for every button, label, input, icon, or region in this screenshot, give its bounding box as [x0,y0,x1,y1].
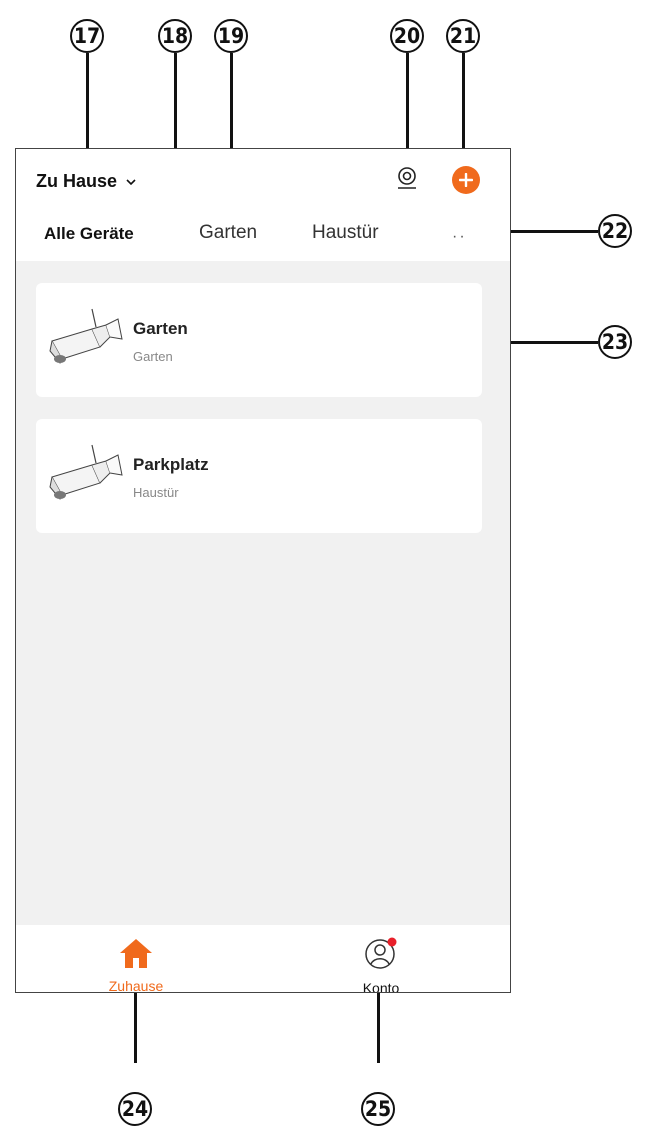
tab-haustuer[interactable]: Haustür [312,222,379,244]
device-name: Parkplatz [133,455,209,474]
callout-18: 18 [158,19,192,53]
add-device-button[interactable] [452,166,480,194]
home-title: Zu Hause [36,171,118,191]
camera-icon[interactable] [396,166,418,190]
device-card-garten[interactable]: Garten Garten [36,283,482,397]
device-room: Garten [133,349,173,364]
nav-account[interactable]: Konto [336,937,426,993]
nav-home[interactable]: Zuhause [91,937,181,993]
notification-badge [387,937,397,947]
device-card-parkplatz[interactable]: Parkplatz Haustür [36,419,482,533]
leader-line-24 [134,993,137,1063]
chevron-down-icon [126,178,136,185]
nav-home-label: Zuhause [108,978,164,993]
callout-17: 17 [70,19,104,53]
callout-21: 21 [446,19,480,53]
callout-22: 22 [598,214,632,248]
callout-20: 20 [390,19,424,53]
outdoor-camera-icon [49,444,123,500]
device-name: Garten [133,319,188,338]
callout-25: 25 [361,1092,395,1126]
room-tabs: Alle Geräte Garten Haustür ·· [16,222,510,252]
leader-line-25 [377,993,380,1063]
home-selector[interactable]: Zu Hause [36,171,137,192]
tab-all-devices[interactable]: Alle Geräte [44,224,134,244]
tab-garten[interactable]: Garten [199,222,257,244]
device-room: Haustür [133,485,179,500]
leader-line-21 [462,53,465,161]
device-list: Garten Garten Parkplatz Haustür [16,261,510,925]
home-icon [120,939,152,968]
outdoor-camera-icon [49,308,123,364]
leader-line-20 [406,53,409,161]
callout-23: 23 [598,325,632,359]
app-screen: Zu Hause Alle Geräte Garten Haustür ·· G… [15,148,511,993]
top-bar: Zu Hause Alle Geräte Garten Haustür ·· [16,149,510,261]
callout-24: 24 [118,1092,152,1126]
nav-account-label: Konto [362,980,400,993]
account-icon [365,937,397,969]
callout-19: 19 [214,19,248,53]
more-rooms-button[interactable]: ·· [452,228,467,246]
plus-icon [459,173,473,187]
bottom-navigation: Zuhause Konto [16,925,502,993]
